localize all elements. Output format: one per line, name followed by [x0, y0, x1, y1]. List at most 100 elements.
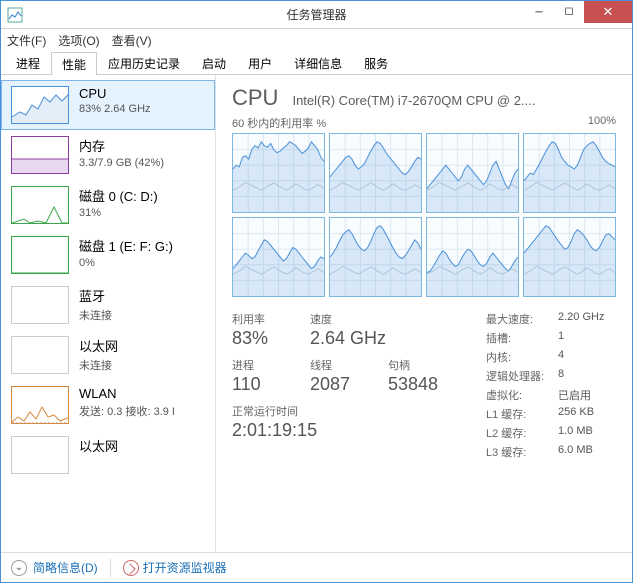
uptime-value: 2:01:19:15	[232, 420, 466, 441]
info-label: 内核:	[486, 349, 558, 365]
stat-label: 句柄	[388, 357, 466, 373]
side-thumb	[11, 136, 69, 174]
info-value: 6.0 MB	[558, 444, 593, 460]
tab-详细信息[interactable]: 详细信息	[283, 51, 353, 74]
cpu-core-0	[232, 133, 325, 213]
stat-col: 速度2.64 GHz	[310, 311, 388, 349]
stat-col: 进程110	[232, 357, 310, 395]
info-row: 最大速度:2.20 GHz	[486, 311, 632, 327]
side-info: CPU 83% 2.64 GHz	[79, 86, 151, 115]
side-sub: 未连接	[79, 357, 118, 373]
cpu-core-2	[426, 133, 519, 213]
stat-row: 进程110线程2087句柄53848	[232, 357, 466, 395]
tab-用户[interactable]: 用户	[237, 51, 283, 74]
sidebar-item-蓝牙[interactable]: 蓝牙 未连接	[1, 280, 215, 330]
side-name: 蓝牙	[79, 286, 112, 305]
side-info: 内存 3.3/7.9 GB (42%)	[79, 136, 164, 169]
side-thumb	[11, 286, 69, 324]
stat-col: 利用率83%	[232, 311, 310, 349]
stats: 利用率83%速度2.64 GHz进程110线程2087句柄53848 正常运行时…	[232, 311, 616, 463]
menu-item[interactable]: 文件(F)	[7, 32, 46, 49]
info-row: 插槽:1	[486, 330, 632, 346]
side-info: 以太网	[79, 436, 118, 457]
stat-value: 2.64 GHz	[310, 328, 388, 349]
sidebar-item-以太网[interactable]: 以太网 未连接	[1, 330, 215, 380]
sidebar-item-磁盘 1 (E: F: G:)[interactable]: 磁盘 1 (E: F: G:) 0%	[1, 230, 215, 280]
side-name: 以太网	[79, 336, 118, 355]
close-button[interactable]: ✕	[584, 1, 632, 23]
less-details-link[interactable]: 简略信息(D)	[33, 559, 98, 576]
window-title: 任务管理器	[286, 6, 346, 23]
stats-right: 最大速度:2.20 GHz插槽:1内核:4逻辑处理器:8虚拟化:已启用L1 缓存…	[486, 311, 632, 463]
minimize-button[interactable]: ─	[524, 1, 554, 23]
stat-label: 利用率	[232, 311, 310, 327]
tab-性能[interactable]: 性能	[51, 52, 97, 75]
main-header: CPU Intel(R) Core(TM) i7-2670QM CPU @ 2.…	[232, 85, 616, 111]
side-thumb	[11, 236, 69, 274]
menubar: 文件(F) 选项(O) 查看(V)	[1, 29, 632, 51]
info-label: 逻辑处理器:	[486, 368, 558, 384]
side-info: 以太网 未连接	[79, 336, 118, 373]
info-row: L3 缓存:6.0 MB	[486, 444, 632, 460]
maximize-button[interactable]: ☐	[554, 1, 584, 23]
tabs: 进程性能应用历史记录启动用户详细信息服务	[1, 51, 632, 75]
menu-item[interactable]: 选项(O)	[58, 32, 99, 49]
info-row: L2 缓存:1.0 MB	[486, 425, 632, 441]
side-name: 磁盘 1 (E: F: G:)	[79, 236, 173, 255]
info-value: 1	[558, 330, 564, 346]
chart-max: 100%	[588, 115, 616, 131]
side-thumb	[11, 436, 69, 474]
open-resource-monitor-link[interactable]: 打开资源监视器	[143, 559, 227, 576]
info-value: 1.0 MB	[558, 425, 593, 441]
side-thumb	[11, 186, 69, 224]
tab-进程[interactable]: 进程	[5, 51, 51, 74]
cpu-core-1	[329, 133, 422, 213]
stat-value: 110	[232, 374, 310, 395]
menu-item[interactable]: 查看(V)	[112, 32, 152, 49]
chevron-down-icon[interactable]: ⌄	[11, 560, 27, 576]
bottombar: ⌄ 简略信息(D) 打开资源监视器	[1, 552, 632, 582]
titlebar: 任务管理器 ─ ☐ ✕	[1, 1, 632, 29]
cpu-model: Intel(R) Core(TM) i7-2670QM CPU @ 2....	[292, 93, 535, 108]
info-row: L1 缓存:256 KB	[486, 406, 632, 422]
stat-label: 线程	[310, 357, 388, 373]
side-name: 内存	[79, 136, 164, 155]
cpu-core-6	[426, 217, 519, 297]
sidebar-item-WLAN[interactable]: WLAN 发送: 0.3 接收: 3.9 I	[1, 380, 215, 430]
stat-value: 2087	[310, 374, 388, 395]
content: CPU 83% 2.64 GHz 内存 3.3/7.9 GB (42%) 磁盘 …	[1, 75, 632, 552]
side-info: 磁盘 1 (E: F: G:) 0%	[79, 236, 173, 269]
sidebar-item-CPU[interactable]: CPU 83% 2.64 GHz	[1, 80, 215, 130]
main-title: CPU	[232, 85, 278, 111]
side-info: 蓝牙 未连接	[79, 286, 112, 323]
side-info: WLAN 发送: 0.3 接收: 3.9 I	[79, 386, 175, 419]
stat-label: 进程	[232, 357, 310, 373]
side-name: 以太网	[79, 436, 118, 455]
cpu-grid	[232, 133, 616, 297]
sidebar-item-内存[interactable]: 内存 3.3/7.9 GB (42%)	[1, 130, 215, 180]
app-icon	[7, 7, 23, 23]
sidebar-item-磁盘 0 (C: D:)[interactable]: 磁盘 0 (C: D:) 31%	[1, 180, 215, 230]
divider	[110, 559, 111, 577]
tab-服务[interactable]: 服务	[353, 51, 399, 74]
sidebar-item-以太网[interactable]: 以太网	[1, 430, 215, 480]
chart-caption: 60 秒内的利用率 % 100%	[232, 115, 616, 131]
tab-启动[interactable]: 启动	[191, 51, 237, 74]
info-row: 虚拟化:已启用	[486, 387, 632, 403]
info-label: 虚拟化:	[486, 387, 558, 403]
side-thumb	[11, 86, 69, 124]
stat-label: 速度	[310, 311, 388, 327]
info-label: L2 缓存:	[486, 425, 558, 441]
window-buttons: ─ ☐ ✕	[524, 1, 632, 23]
stat-col: 线程2087	[310, 357, 388, 395]
side-sub: 未连接	[79, 307, 112, 323]
side-name: 磁盘 0 (C: D:)	[79, 186, 158, 205]
info-value: 2.20 GHz	[558, 311, 604, 327]
side-sub: 0%	[79, 257, 173, 269]
side-name: WLAN	[79, 386, 175, 401]
stat-row: 利用率83%速度2.64 GHz	[232, 311, 466, 349]
tab-应用历史记录[interactable]: 应用历史记录	[97, 51, 191, 74]
cpu-core-4	[232, 217, 325, 297]
info-label: L1 缓存:	[486, 406, 558, 422]
sidebar: CPU 83% 2.64 GHz 内存 3.3/7.9 GB (42%) 磁盘 …	[1, 75, 216, 552]
